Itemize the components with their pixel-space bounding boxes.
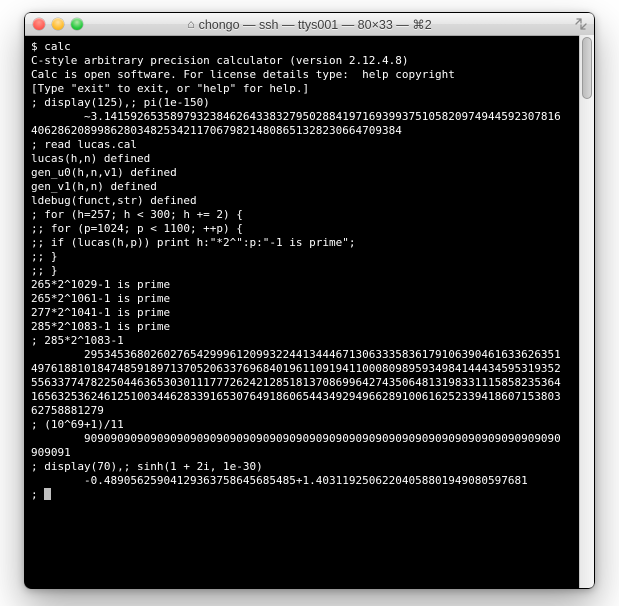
terminal-line: 277*2^1041-1 is prime: [31, 306, 582, 320]
terminal-line: 2953453680260276542999612099322441344467…: [31, 348, 582, 362]
titlebar[interactable]: ⌂ chongo — ssh — ttys001 — 80×33 — ⌘2: [25, 13, 594, 36]
terminal-line: 4976188101847485918971370520633769684019…: [31, 362, 582, 376]
terminal-line: ;: [31, 488, 582, 502]
terminal-line: 909091: [31, 446, 582, 460]
scrollbar[interactable]: [579, 35, 594, 588]
terminal-line: 285*2^1083-1 is prime: [31, 320, 582, 334]
terminal-line: ; display(70),; sinh(1 + 2i, 1e-30): [31, 460, 582, 474]
terminal-line: ~3.1415926535897932384626433832795028841…: [31, 110, 582, 124]
terminal-line: ;; if (lucas(h,p)) print h:"*2^":p:"-1 i…: [31, 236, 582, 250]
fullscreen-icon[interactable]: [574, 17, 588, 31]
terminal-line: ;; for (p=1024; p < 1100; ++p) {: [31, 222, 582, 236]
terminal-line: ldebug(funct,str) defined: [31, 194, 582, 208]
terminal-line: -0.48905625904129363758645685485+1.40311…: [31, 474, 582, 488]
terminal-line: ;; }: [31, 264, 582, 278]
terminal-line: ; (10^69+1)/11: [31, 418, 582, 432]
terminal-output[interactable]: $ calcC-style arbitrary precision calcul…: [25, 36, 594, 589]
zoom-icon[interactable]: [71, 18, 83, 30]
terminal-line: 265*2^1061-1 is prime: [31, 292, 582, 306]
terminal-line: gen_v1(h,n) defined: [31, 180, 582, 194]
terminal-window: ⌂ chongo — ssh — ttys001 — 80×33 — ⌘2 $ …: [24, 12, 595, 589]
close-icon[interactable]: [33, 18, 45, 30]
terminal-line: ; for (h=257; h < 300; h += 2) {: [31, 208, 582, 222]
home-icon: ⌂: [187, 17, 194, 31]
terminal-line: ; 285*2^1083-1: [31, 334, 582, 348]
cursor: [44, 488, 51, 500]
terminal-line: ; display(125),; pi(1e-150): [31, 96, 582, 110]
terminal-line: C-style arbitrary precision calculator (…: [31, 54, 582, 68]
scroll-thumb[interactable]: [582, 37, 592, 99]
terminal-line: ; read lucas.cal: [31, 138, 582, 152]
terminal-line: lucas(h,n) defined: [31, 152, 582, 166]
terminal-line: 5563377478225044636530301117772624212851…: [31, 376, 582, 390]
minimize-icon[interactable]: [52, 18, 64, 30]
terminal-line: 62758881279: [31, 404, 582, 418]
terminal-line: 9090909090909090909090909090909090909090…: [31, 432, 582, 446]
terminal-line: 4062862089986280348253421170679821480865…: [31, 124, 582, 138]
terminal-line: Calc is open software. For license detai…: [31, 68, 582, 82]
terminal-line: 265*2^1029-1 is prime: [31, 278, 582, 292]
terminal-line: 1656325362461251003446283391653076491860…: [31, 390, 582, 404]
terminal-line: [Type "exit" to exit, or "help" for help…: [31, 82, 582, 96]
terminal-line: ;; }: [31, 250, 582, 264]
window-title-text: chongo — ssh — ttys001 — 80×33 — ⌘2: [199, 17, 432, 32]
terminal-line: gen_u0(h,n,v1) defined: [31, 166, 582, 180]
traffic-lights: [25, 18, 83, 30]
window-title: ⌂ chongo — ssh — ttys001 — 80×33 — ⌘2: [25, 17, 594, 32]
terminal-line: $ calc: [31, 40, 582, 54]
